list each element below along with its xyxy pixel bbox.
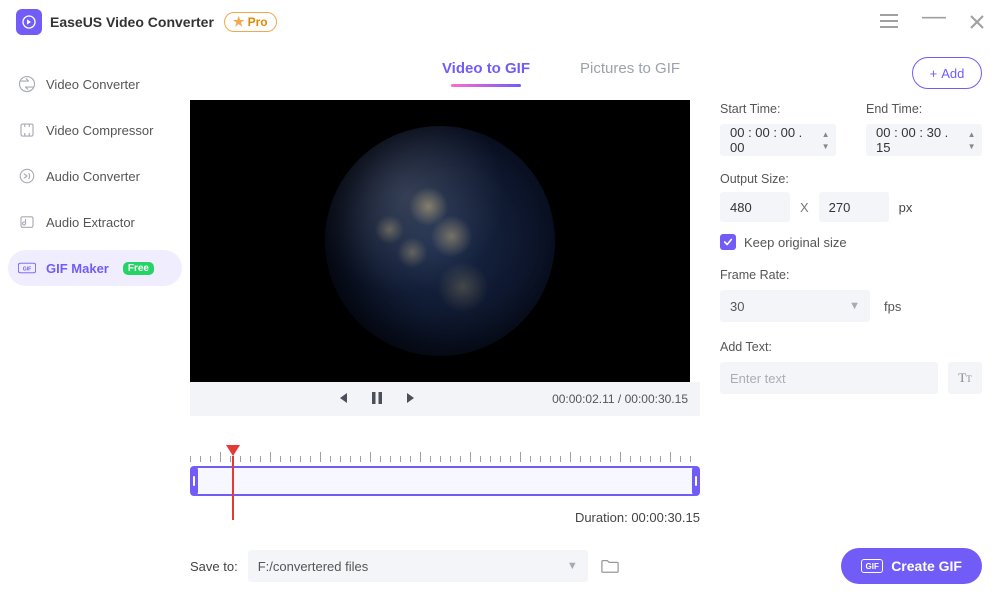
tab-pictures-to-gif[interactable]: Pictures to GIF [580, 60, 680, 87]
prev-button[interactable] [335, 391, 349, 408]
duration-display: Duration: 00:00:30.15 [190, 510, 700, 525]
px-label: px [899, 200, 913, 215]
audio-extract-icon [18, 213, 36, 231]
app-logo-icon [16, 9, 42, 35]
end-time-label: End Time: [866, 102, 982, 116]
frame-rate-label: Frame Rate: [720, 268, 982, 282]
titlebar: EaseUS Video Converter ★ Pro — [0, 0, 1000, 44]
x-separator: X [800, 200, 809, 215]
gif-icon: GIF [18, 259, 36, 277]
bottom-bar: Save to: F:/convertered files ▼ GIF Crea… [190, 536, 982, 596]
player-bar: 00:00:02.11 / 00:00:30.15 [190, 382, 700, 416]
save-path-select[interactable]: F:/convertered files ▼ [248, 550, 588, 582]
chevron-down-icon: ▼ [567, 560, 578, 572]
timeline-ruler [190, 446, 700, 462]
gif-badge-icon: GIF [861, 559, 883, 573]
save-to-label: Save to: [190, 559, 238, 574]
range-handle-start[interactable] [190, 466, 198, 496]
sidebar-item-label: Audio Extractor [46, 215, 135, 230]
settings-panel: Start Time: 00 : 00 : 00 . 00 ▲▼ End Tim… [720, 100, 982, 525]
start-time-label: Start Time: [720, 102, 836, 116]
compress-icon [18, 121, 36, 139]
sidebar-item-label: Video Converter [46, 77, 140, 92]
playhead-marker-icon [226, 445, 240, 456]
text-style-button[interactable]: TT [948, 362, 982, 394]
chevron-up-icon: ▲ [819, 128, 832, 140]
sidebar-item-video-compressor[interactable]: Video Compressor [8, 112, 182, 148]
text-icon: TT [958, 370, 971, 386]
audio-convert-icon [18, 167, 36, 185]
width-input[interactable] [720, 192, 790, 222]
fps-label: fps [884, 299, 901, 314]
end-time-spinner[interactable]: ▲▼ [965, 128, 978, 152]
star-icon: ★ [233, 14, 245, 30]
tabs: Video to GIF Pictures to GIF [210, 60, 912, 87]
output-size-label: Output Size: [720, 172, 982, 186]
pro-label: Pro [248, 15, 268, 29]
sidebar-item-label: Video Compressor [46, 123, 153, 138]
open-folder-button[interactable] [596, 552, 624, 580]
video-preview[interactable] [190, 100, 690, 382]
frame-rate-select[interactable]: 30 ▼ [720, 290, 870, 322]
next-button[interactable] [405, 391, 419, 408]
add-button[interactable]: + Add [912, 57, 982, 89]
text-input[interactable] [720, 362, 938, 394]
sidebar-item-label: GIF Maker [46, 261, 109, 276]
create-gif-button[interactable]: GIF Create GIF [841, 548, 982, 584]
keep-original-checkbox[interactable] [720, 234, 736, 250]
minimize-button[interactable]: — [922, 3, 946, 31]
chevron-down-icon: ▼ [849, 300, 860, 312]
add-text-label: Add Text: [720, 340, 982, 354]
chevron-up-icon: ▲ [965, 128, 978, 140]
sidebar-item-label: Audio Converter [46, 169, 140, 184]
plus-icon: + [930, 66, 938, 81]
end-time-value: 00 : 00 : 30 . 15 [876, 125, 959, 155]
range-handle-end[interactable] [692, 466, 700, 496]
check-icon [723, 237, 733, 247]
frame-rate-value: 30 [730, 299, 841, 314]
chevron-down-icon: ▼ [819, 140, 832, 152]
add-label: Add [941, 66, 964, 81]
total-time: 00:00:30.15 [625, 392, 688, 406]
duration-label: Duration: [575, 510, 631, 525]
create-gif-label: Create GIF [891, 558, 962, 574]
height-input[interactable] [819, 192, 889, 222]
folder-icon [601, 558, 619, 574]
pause-button[interactable] [371, 391, 383, 408]
duration-value: 00:00:30.15 [631, 510, 700, 525]
svg-text:GIF: GIF [23, 267, 32, 273]
save-path-value: F:/convertered files [258, 559, 559, 574]
timeline[interactable]: Duration: 00:00:30.15 [190, 446, 700, 525]
sidebar-item-gif-maker[interactable]: GIF GIF Maker Free [8, 250, 182, 286]
end-time-input[interactable]: 00 : 00 : 30 . 15 ▲▼ [866, 124, 982, 156]
sidebar-item-audio-converter[interactable]: Audio Converter [8, 158, 182, 194]
convert-icon [18, 75, 36, 93]
sidebar-item-audio-extractor[interactable]: Audio Extractor [8, 204, 182, 240]
keep-original-label: Keep original size [744, 235, 847, 250]
current-time: 00:00:02.11 [552, 392, 615, 406]
free-badge: Free [123, 262, 154, 275]
app-title: EaseUS Video Converter [50, 14, 214, 30]
video-thumbnail [325, 126, 555, 356]
tab-video-to-gif[interactable]: Video to GIF [442, 60, 530, 87]
time-display: 00:00:02.11 / 00:00:30.15 [552, 392, 688, 406]
close-button[interactable] [970, 15, 984, 29]
start-time-value: 00 : 00 : 00 . 00 [730, 125, 813, 155]
start-time-spinner[interactable]: ▲▼ [819, 128, 832, 152]
chevron-down-icon: ▼ [965, 140, 978, 152]
sidebar: Video Converter Video Compressor Audio C… [0, 44, 190, 596]
range-track[interactable] [190, 466, 700, 496]
start-time-input[interactable]: 00 : 00 : 00 . 00 ▲▼ [720, 124, 836, 156]
sidebar-item-video-converter[interactable]: Video Converter [8, 66, 182, 102]
hamburger-menu-icon[interactable] [880, 12, 898, 33]
pro-badge[interactable]: ★ Pro [224, 12, 277, 32]
